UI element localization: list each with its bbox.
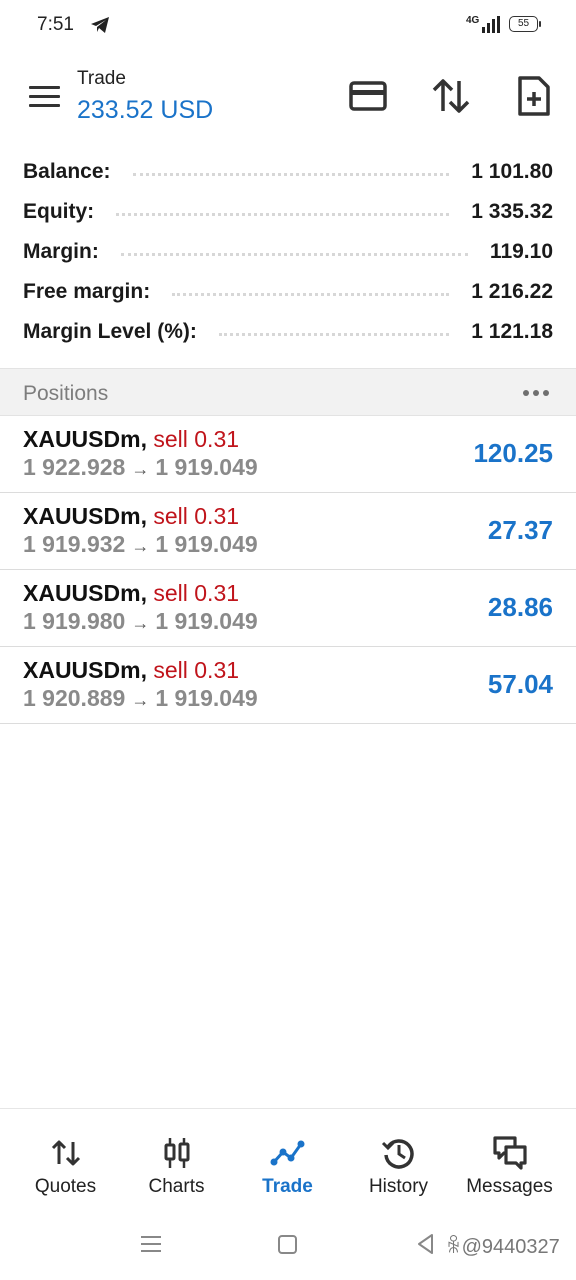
nav-label: Messages	[466, 1176, 553, 1197]
position-symbol: XAUUSDm	[23, 580, 141, 606]
new-order-icon[interactable]	[517, 76, 551, 116]
position-current-price: 1 919.049	[155, 685, 258, 711]
summary-value: 1 216.22	[471, 280, 553, 303]
back-icon[interactable]	[416, 1233, 434, 1255]
battery-icon: 55	[509, 16, 541, 32]
dotted-leader	[132, 172, 450, 176]
account-summary: Balance: 1 101.80 Equity: 1 335.32 Margi…	[0, 152, 576, 352]
nav-history[interactable]: History	[341, 1109, 456, 1221]
sort-icon[interactable]	[431, 78, 471, 114]
positions-title: Positions	[23, 382, 109, 405]
summary-value: 1 101.80	[471, 160, 553, 183]
nav-label: Trade	[262, 1176, 313, 1197]
recent-apps-icon[interactable]	[141, 1234, 161, 1254]
summary-label: Margin:	[23, 240, 99, 263]
position-profit: 57.04	[487, 669, 553, 699]
position-current-price: 1 919.049	[155, 454, 258, 480]
nav-trade[interactable]: Trade	[230, 1109, 345, 1221]
nav-charts[interactable]: Charts	[119, 1109, 234, 1221]
nav-label: Quotes	[34, 1176, 97, 1197]
quotes-icon	[51, 1140, 80, 1166]
system-navigation: ꆜ@9440327	[0, 1220, 576, 1280]
position-side: sell 0.31	[153, 426, 240, 452]
arrow-right-icon: →	[131, 536, 150, 556]
position-open-price: 1 919.980	[23, 608, 126, 634]
positions-list: XAUUSDm, sell 0.31 1 922.928 → 1 919.049 1…	[0, 416, 576, 724]
nav-label: Charts	[148, 1176, 205, 1197]
position-open-price: 1 922.928	[23, 454, 126, 480]
nav-quotes[interactable]: Quotes	[8, 1109, 123, 1221]
position-side: sell 0.31	[153, 503, 240, 529]
menu-icon[interactable]	[29, 86, 61, 108]
network-type: 4G	[466, 15, 480, 26]
summary-value: 1 335.32	[471, 200, 553, 223]
position-side: sell 0.31	[153, 580, 240, 606]
deposit-card-icon[interactable]	[349, 80, 387, 112]
charts-icon	[164, 1138, 189, 1168]
position-side: sell 0.31	[153, 657, 240, 683]
dotted-leader	[218, 332, 450, 336]
position-row[interactable]: XAUUSDm, sell 0.31 1 919.932 → 1 919.049 2…	[0, 493, 576, 570]
summary-value: 1 121.18	[471, 320, 553, 343]
position-row[interactable]: XAUUSDm, sell 0.31 1 922.928 → 1 919.049 1…	[0, 416, 576, 493]
telegram-icon	[91, 17, 109, 33]
messages-icon	[492, 1136, 527, 1170]
status-time: 7:51	[37, 14, 74, 35]
watermark: ꆜ@9440327	[446, 1236, 560, 1258]
position-symbol: XAUUSDm	[23, 503, 141, 529]
home-icon[interactable]	[278, 1235, 297, 1254]
arrow-right-icon: →	[131, 613, 150, 633]
app-header: Trade 233.52 USD	[0, 52, 576, 152]
summary-label: Free margin:	[23, 280, 151, 303]
arrow-right-icon: →	[131, 459, 150, 479]
summary-value: 119.10	[489, 240, 553, 263]
position-row[interactable]: XAUUSDm, sell 0.31 1 919.980 → 1 919.049 2…	[0, 570, 576, 647]
dotted-leader	[172, 292, 450, 296]
position-current-price: 1 919.049	[155, 531, 258, 557]
position-profit: 28.86	[487, 592, 553, 622]
position-current-price: 1 919.049	[155, 608, 258, 634]
summary-row-margin: Margin: 119.10	[0, 232, 576, 272]
position-open-price: 1 920.889	[23, 685, 126, 711]
position-open-price: 1 919.932	[23, 531, 126, 557]
positions-header: Positions	[0, 368, 576, 416]
summary-row-margin-level: Margin Level (%): 1 121.18	[0, 312, 576, 352]
summary-row-balance: Balance: 1 101.80	[0, 152, 576, 192]
arrow-right-icon: →	[131, 690, 150, 710]
dotted-leader	[120, 252, 468, 256]
nav-messages[interactable]: Messages	[452, 1109, 567, 1221]
history-icon	[381, 1139, 414, 1169]
summary-row-equity: Equity: 1 335.32	[0, 192, 576, 232]
position-symbol: XAUUSDm	[23, 657, 141, 683]
page-title: Trade	[77, 68, 126, 89]
summary-label: Equity:	[23, 200, 95, 223]
position-profit: 27.37	[487, 515, 553, 545]
profit-total: 233.52 USD	[77, 96, 214, 124]
signal-icon	[482, 16, 500, 33]
status-bar: 7:51 4G 55	[0, 0, 576, 52]
dotted-leader	[116, 212, 450, 216]
position-symbol: XAUUSDm	[23, 426, 141, 452]
summary-row-free-margin: Free margin: 1 216.22	[0, 272, 576, 312]
bottom-navigation: Quotes Charts Trade History Messages	[0, 1108, 576, 1220]
summary-label: Balance:	[23, 160, 111, 183]
summary-label: Margin Level (%):	[23, 320, 197, 343]
more-options-icon[interactable]	[523, 390, 551, 398]
trade-icon	[270, 1140, 304, 1166]
position-row[interactable]: XAUUSDm, sell 0.31 1 920.889 → 1 919.049 5…	[0, 647, 576, 724]
position-profit: 120.25	[473, 438, 553, 468]
nav-label: History	[368, 1176, 429, 1197]
